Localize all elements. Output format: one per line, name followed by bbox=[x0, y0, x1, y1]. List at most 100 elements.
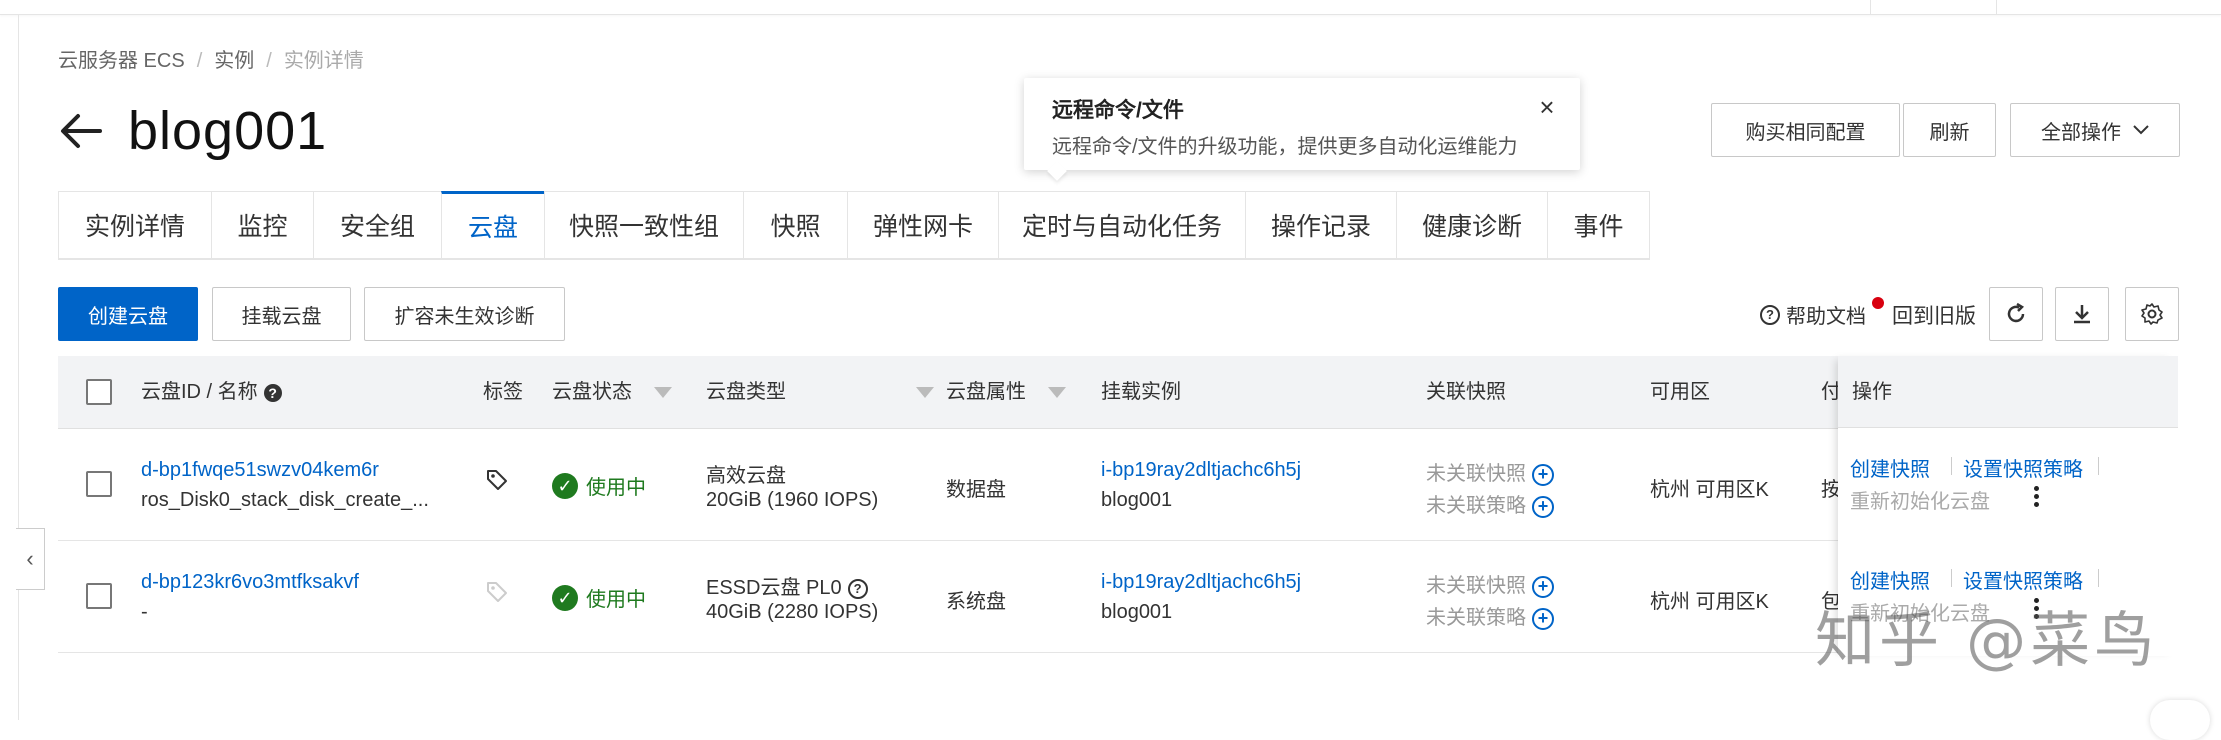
back-arrow-icon[interactable] bbox=[58, 111, 102, 151]
remote-command-popover: 远程命令/文件 远程命令/文件的升级功能，提供更多自动化运维能力 × bbox=[1024, 78, 1580, 181]
top-bar bbox=[0, 0, 2221, 15]
filter-icon[interactable] bbox=[654, 387, 672, 399]
download-button[interactable] bbox=[2055, 287, 2109, 341]
reinit-disk-link[interactable]: 重新初始化云盘 bbox=[1850, 485, 1990, 514]
row-checkbox[interactable] bbox=[86, 471, 112, 497]
header-zone: 可用区 bbox=[1650, 381, 1710, 403]
tab-disks[interactable]: 云盘 bbox=[441, 191, 544, 259]
disk-type: ESSD云盘 PL0? bbox=[706, 571, 868, 600]
all-operations-dropdown[interactable]: 全部操作 bbox=[2010, 103, 2180, 157]
refresh-table-button[interactable] bbox=[1989, 287, 2043, 341]
header-status: 云盘状态 bbox=[552, 356, 672, 428]
filter-icon[interactable] bbox=[1048, 387, 1066, 399]
set-snapshot-policy-link[interactable]: 设置快照策略 bbox=[1963, 565, 2083, 594]
tab-bar: 实例详情 监控 安全组 云盘 快照一致性组 快照 弹性网卡 定时与自动化任务 操… bbox=[58, 191, 1650, 260]
row-checkbox[interactable] bbox=[86, 583, 112, 609]
tab-eni[interactable]: 弹性网卡 bbox=[847, 191, 998, 259]
notification-dot bbox=[1872, 297, 1884, 309]
disk-attr: 系统盘 bbox=[946, 591, 1006, 613]
disk-id-link[interactable]: d-bp123kr6vo3mtfksakvf bbox=[141, 571, 359, 594]
policy-status: 未关联策略 + bbox=[1426, 601, 1554, 630]
tab-security-group[interactable]: 安全组 bbox=[313, 191, 441, 259]
breadcrumb: 云服务器 ECS / 实例 / 实例详情 bbox=[58, 44, 364, 73]
chevron-down-icon bbox=[2133, 125, 2149, 135]
tab-scheduled-tasks[interactable]: 定时与自动化任务 bbox=[998, 191, 1245, 259]
refresh-icon bbox=[2007, 302, 2025, 323]
breadcrumb-instances[interactable]: 实例 bbox=[214, 44, 254, 73]
header-disk-id-name: 云盘ID / 名称? bbox=[141, 356, 282, 428]
instance-id-link[interactable]: i-bp19ray2dltjachc6h5j bbox=[1101, 571, 1301, 594]
disk-id-link[interactable]: d-bp1fwqe51swzv04kem6r bbox=[141, 459, 379, 482]
refresh-button[interactable]: 刷新 bbox=[1903, 103, 1996, 157]
all-operations-label: 全部操作 bbox=[2041, 121, 2121, 144]
breadcrumb-ecs[interactable]: 云服务器 ECS bbox=[58, 44, 185, 73]
help-doc-label: 帮助文档 bbox=[1786, 306, 1866, 328]
sidebar-collapse-button[interactable]: ‹ bbox=[16, 528, 45, 590]
instance-name: blog001 bbox=[1101, 489, 1173, 511]
question-circle-icon: ? bbox=[1760, 304, 1780, 325]
watermark: 知乎 @菜鸟 bbox=[1815, 606, 2159, 676]
add-icon[interactable]: + bbox=[1532, 463, 1554, 486]
add-icon[interactable]: + bbox=[1532, 607, 1554, 630]
set-snapshot-policy-link[interactable]: 设置快照策略 bbox=[1963, 453, 2083, 482]
revert-old-version-link[interactable]: 回到旧版 bbox=[1892, 300, 1976, 330]
question-circle-icon: ? bbox=[263, 383, 282, 402]
floating-widget[interactable] bbox=[2150, 700, 2210, 740]
tab-events[interactable]: 事件 bbox=[1547, 191, 1650, 259]
download-icon bbox=[2074, 305, 2090, 324]
check-circle-icon: ✓ bbox=[552, 472, 578, 499]
create-snapshot-link[interactable]: 创建快照 bbox=[1850, 565, 1930, 594]
chevron-left-icon: ‹ bbox=[26, 546, 34, 571]
tab-operation-log[interactable]: 操作记录 bbox=[1245, 191, 1396, 259]
policy-status: 未关联策略 + bbox=[1426, 489, 1554, 518]
popover-tail bbox=[1047, 161, 1067, 181]
gear-icon bbox=[2141, 303, 2163, 325]
disk-spec: 20GiB (1960 IOPS) bbox=[706, 489, 879, 511]
disk-name: - bbox=[141, 601, 148, 623]
filter-icon[interactable] bbox=[916, 387, 934, 399]
instance-id-link[interactable]: i-bp19ray2dltjachc6h5j bbox=[1101, 459, 1301, 482]
snapshot-status: 未关联快照 + bbox=[1426, 457, 1554, 486]
select-all-checkbox[interactable] bbox=[86, 379, 112, 405]
disk-name: ros_Disk0_stack_disk_create_... bbox=[141, 489, 429, 511]
create-snapshot-link[interactable]: 创建快照 bbox=[1850, 453, 1930, 482]
header-ops: 操作 bbox=[1838, 356, 2178, 428]
header-snapshot: 关联快照 bbox=[1426, 381, 1506, 403]
tab-health-diagnosis[interactable]: 健康诊断 bbox=[1396, 191, 1547, 259]
status-badge: ✓ 使用中 bbox=[552, 471, 646, 500]
popover-title: 远程命令/文件 bbox=[1052, 99, 1184, 122]
create-disk-button[interactable]: 创建云盘 bbox=[58, 287, 198, 341]
sidebar-border bbox=[18, 14, 19, 720]
question-circle-icon[interactable]: ? bbox=[847, 578, 868, 599]
header-attr: 云盘属性 bbox=[946, 356, 1066, 428]
add-icon[interactable]: + bbox=[1532, 495, 1554, 518]
tab-snapshot-consistency-group[interactable]: 快照一致性组 bbox=[544, 191, 743, 259]
status-badge: ✓ 使用中 bbox=[552, 583, 646, 612]
expand-diagnosis-button[interactable]: 扩容未生效诊断 bbox=[364, 287, 565, 341]
tab-snapshots[interactable]: 快照 bbox=[743, 191, 847, 259]
breadcrumb-current: 实例详情 bbox=[283, 50, 364, 72]
tab-monitoring[interactable]: 监控 bbox=[211, 191, 313, 259]
zone: 杭州 可用区K bbox=[1650, 479, 1769, 501]
disk-attr: 数据盘 bbox=[946, 479, 1006, 501]
tab-instance-details[interactable]: 实例详情 bbox=[58, 191, 211, 259]
help-doc-link[interactable]: ? 帮助文档 bbox=[1760, 300, 1866, 329]
close-icon[interactable]: × bbox=[1532, 92, 1562, 122]
tag-icon[interactable] bbox=[486, 469, 508, 496]
more-icon[interactable] bbox=[2034, 486, 2040, 510]
add-icon[interactable]: + bbox=[1532, 575, 1554, 598]
page-title: blog001 bbox=[128, 101, 328, 161]
settings-button[interactable] bbox=[2125, 287, 2179, 341]
tag-icon bbox=[486, 581, 508, 608]
attach-disk-button[interactable]: 挂载云盘 bbox=[212, 287, 351, 341]
disk-type: 高效云盘 bbox=[706, 465, 786, 487]
header-type: 云盘类型 bbox=[706, 356, 934, 428]
disk-spec: 40GiB (2280 IOPS) bbox=[706, 601, 879, 623]
header-instance: 挂载实例 bbox=[1101, 381, 1181, 403]
popover-description: 远程命令/文件的升级功能，提供更多自动化运维能力 bbox=[1052, 136, 1518, 158]
buy-same-config-button[interactable]: 购买相同配置 bbox=[1711, 103, 1900, 157]
zone: 杭州 可用区K bbox=[1650, 591, 1769, 613]
header-tag: 标签 bbox=[483, 381, 523, 403]
page-header: blog001 bbox=[58, 96, 327, 166]
snapshot-status: 未关联快照 + bbox=[1426, 569, 1554, 598]
